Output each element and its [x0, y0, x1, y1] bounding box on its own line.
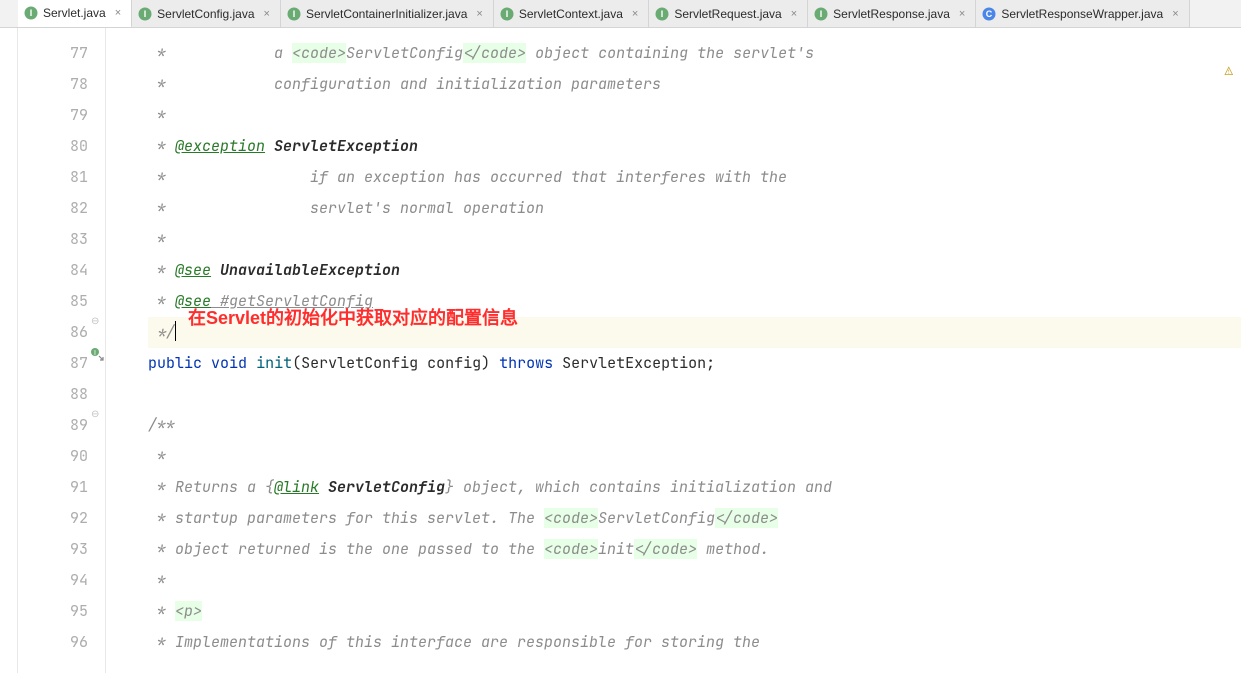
interface-icon: I	[655, 7, 669, 21]
close-icon[interactable]: ×	[113, 7, 123, 19]
line-number: 94	[18, 565, 88, 596]
code-line: public void init(ServletConfig config) t…	[148, 348, 1241, 379]
line-number: 77	[18, 38, 88, 69]
gutter-icons: ⊖ I ⊖	[88, 28, 106, 673]
tab-label: ServletContext.java	[519, 7, 623, 21]
fold-icon[interactable]: ⊖	[91, 316, 103, 328]
line-number: 85	[18, 286, 88, 317]
line-number: 92	[18, 503, 88, 534]
line-number: 84	[18, 255, 88, 286]
code-line: * @exception ServletException	[148, 131, 1241, 162]
line-number: 91	[18, 472, 88, 503]
code-line: * @see UnavailableException	[148, 255, 1241, 286]
editor-tabs-bar: I Servlet.java × I ServletConfig.java × …	[0, 0, 1241, 28]
tab-label: Servlet.java	[43, 6, 106, 20]
tab-label: ServletResponse.java	[833, 7, 950, 21]
interface-icon: I	[814, 7, 828, 21]
caret	[175, 321, 176, 341]
line-number: 83	[18, 224, 88, 255]
svg-text:I: I	[94, 350, 96, 357]
tab-servletconfig[interactable]: I ServletConfig.java ×	[132, 0, 281, 28]
code-line: *	[148, 565, 1241, 596]
code-line: *	[148, 441, 1241, 472]
tab-servletresponsewrapper[interactable]: C ServletResponseWrapper.java ×	[976, 0, 1189, 28]
line-number: 78	[18, 69, 88, 100]
fold-icon[interactable]: ⊖	[91, 409, 103, 421]
svg-text:I: I	[820, 9, 823, 19]
svg-text:I: I	[293, 9, 296, 19]
line-number: 90	[18, 441, 88, 472]
overlay-annotation: 在Servlet的初始化中获取对应的配置信息	[188, 303, 518, 334]
code-line: /**	[148, 410, 1241, 441]
code-line-current: */在Servlet的初始化中获取对应的配置信息	[148, 317, 1241, 348]
svg-text:I: I	[30, 8, 33, 18]
code-line: * a <code>ServletConfig</code> object co…	[148, 38, 1241, 69]
left-margin	[0, 28, 18, 673]
editor-area: 77 78 79 80 81 82 83 84 85 86 87 88 89 9…	[0, 28, 1241, 673]
line-number: 88	[18, 379, 88, 410]
close-icon[interactable]: ×	[474, 8, 484, 20]
interface-icon: I	[287, 7, 301, 21]
svg-text:I: I	[144, 9, 147, 19]
line-number: 80	[18, 131, 88, 162]
tab-label: ServletResponseWrapper.java	[1001, 7, 1163, 21]
tab-label: ServletContainerInitializer.java	[306, 7, 467, 21]
code-line: * <p>	[148, 596, 1241, 627]
close-icon[interactable]: ×	[262, 8, 272, 20]
line-number: 89	[18, 410, 88, 441]
tab-servletcontext[interactable]: I ServletContext.java ×	[494, 0, 650, 28]
code-line: * Implementations of this interface are …	[148, 627, 1241, 658]
code-line: *	[148, 224, 1241, 255]
close-icon[interactable]: ×	[630, 8, 640, 20]
interface-icon: I	[138, 7, 152, 21]
code-line: * Returns a {@link ServletConfig} object…	[148, 472, 1241, 503]
close-icon[interactable]: ×	[1170, 8, 1180, 20]
code-line: * startup parameters for this servlet. T…	[148, 503, 1241, 534]
tab-label: ServletRequest.java	[674, 7, 781, 21]
code-editor[interactable]: ⚠ * a <code>ServletConfig</code> object …	[106, 28, 1241, 673]
tab-servletresponse[interactable]: I ServletResponse.java ×	[808, 0, 976, 28]
code-line: *	[148, 100, 1241, 131]
line-number: 82	[18, 193, 88, 224]
line-number: 93	[18, 534, 88, 565]
tab-servlet[interactable]: I Servlet.java ×	[18, 0, 132, 28]
svg-text:C: C	[986, 9, 993, 19]
line-number: 96	[18, 627, 88, 658]
class-icon: C	[982, 7, 996, 21]
implementing-method-icon[interactable]: I	[90, 347, 104, 361]
code-line: * configuration and initialization param…	[148, 69, 1241, 100]
svg-text:I: I	[661, 9, 664, 19]
line-number: 79	[18, 100, 88, 131]
line-number: 81	[18, 162, 88, 193]
line-number: 87	[18, 348, 88, 379]
line-number-gutter: 77 78 79 80 81 82 83 84 85 86 87 88 89 9…	[18, 28, 88, 673]
close-icon[interactable]: ×	[789, 8, 799, 20]
code-line	[148, 379, 1241, 410]
interface-icon: I	[500, 7, 514, 21]
code-line: * if an exception has occurred that inte…	[148, 162, 1241, 193]
code-line: * servlet's normal operation	[148, 193, 1241, 224]
interface-icon: I	[24, 6, 38, 20]
line-number: 86	[18, 317, 88, 348]
code-line: * object returned is the one passed to t…	[148, 534, 1241, 565]
tab-servletcontainerinitializer[interactable]: I ServletContainerInitializer.java ×	[281, 0, 494, 28]
line-number: 95	[18, 596, 88, 627]
close-icon[interactable]: ×	[957, 8, 967, 20]
tab-servletrequest[interactable]: I ServletRequest.java ×	[649, 0, 808, 28]
svg-text:I: I	[506, 9, 509, 19]
tab-label: ServletConfig.java	[157, 7, 254, 21]
